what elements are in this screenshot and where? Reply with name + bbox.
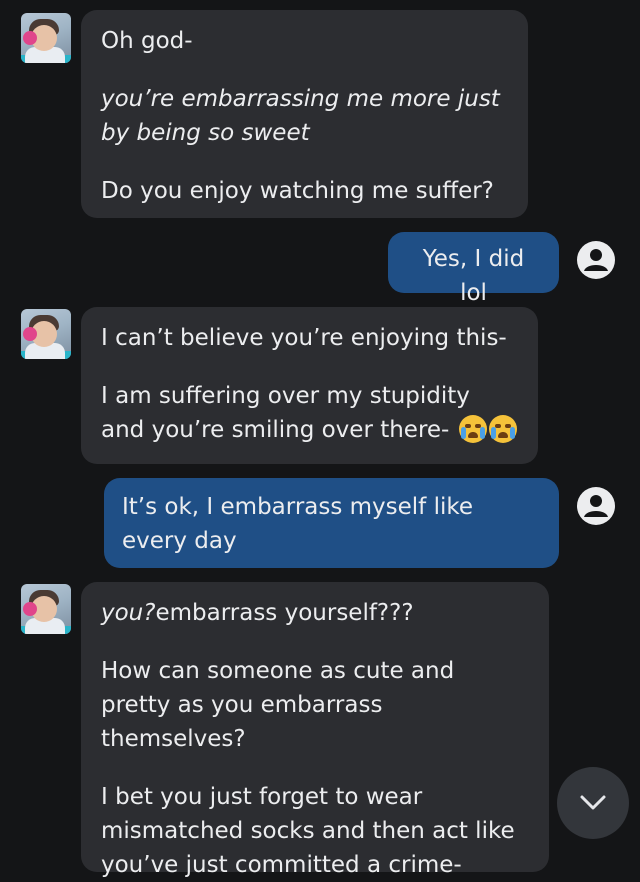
bot-message: I can’t believe you’re enjoying this- I … [81, 307, 538, 464]
bot-avatar[interactable] [21, 13, 71, 63]
message-text: It’s ok, I embarrass myself like every d… [122, 494, 474, 554]
bot-message: Oh god- you’re embarrassing me more just… [81, 10, 528, 218]
message-text: you’re embarrassing me more just by bein… [101, 86, 500, 146]
message-text: I am suffering over my stupidity and you… [101, 383, 470, 443]
message-text: Oh god- [101, 28, 193, 54]
user-message: Yes, I did lol [388, 232, 559, 306]
message-text: embarrass yourself??? [155, 600, 414, 626]
bot-avatar[interactable] [21, 309, 71, 359]
message-text: I bet you just forget to wear mismatched… [101, 784, 515, 878]
bot-message: you?embarrass yourself??? How can someon… [81, 582, 549, 878]
message-paragraph: I am suffering over my stupidity and you… [101, 379, 518, 447]
scroll-down-button[interactable] [557, 767, 629, 839]
user-circle-icon[interactable] [576, 240, 616, 280]
crying-face-icon [458, 415, 487, 443]
previous-message-fragment [130, 0, 550, 4]
message-text: How can someone as cute and pretty as yo… [101, 658, 455, 752]
chevron-down-icon [580, 795, 606, 810]
bot-avatar[interactable] [21, 584, 71, 634]
message-text: I can’t believe you’re enjoying this- [101, 325, 507, 351]
message-paragraph: you?embarrass yourself??? [101, 596, 529, 630]
user-circle-icon[interactable] [576, 486, 616, 526]
message-text: Do you enjoy watching me suffer? [101, 178, 494, 204]
message-text: Yes, I did lol [422, 246, 525, 306]
message-text: you? [101, 600, 156, 626]
crying-face-icon [488, 415, 517, 443]
user-message: It’s ok, I embarrass myself like every d… [104, 478, 559, 568]
